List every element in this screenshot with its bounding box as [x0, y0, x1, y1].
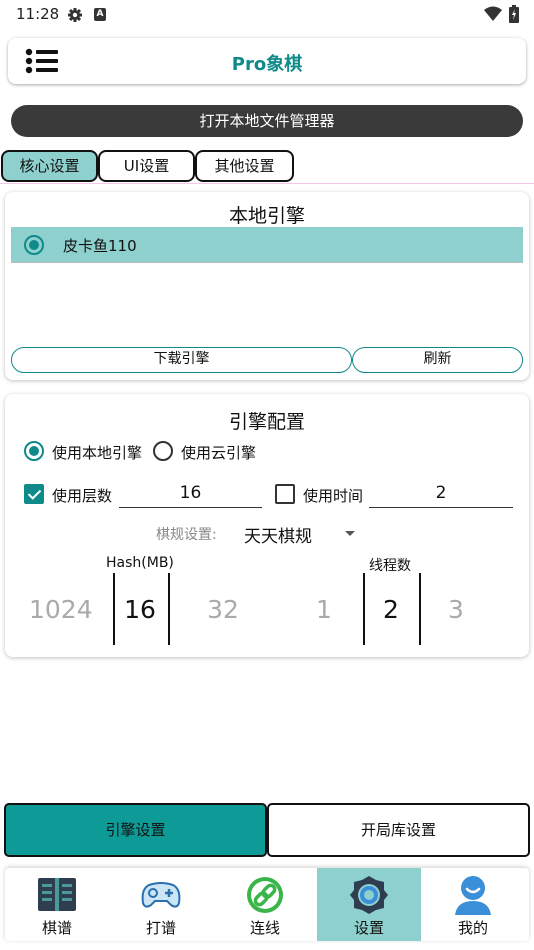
settings-tabs: 核心设置 UI设置 其他设置: [0, 150, 534, 184]
user-icon: [455, 876, 491, 915]
threads-selected-value[interactable]: 2: [361, 595, 421, 624]
hash-picker-divider-right: [168, 573, 170, 645]
depth-input[interactable]: 16: [119, 480, 262, 508]
nav-label-profile: 我的: [457, 919, 488, 937]
use-time-label: 使用时间: [303, 487, 364, 505]
use-time-checkbox[interactable]: [275, 484, 295, 504]
threads-title: 线程数: [369, 558, 411, 574]
settings-status-icon: [68, 8, 82, 22]
local-engines-title: 本地引擎: [228, 205, 305, 227]
nav-item-connect[interactable]: 连线: [213, 868, 317, 941]
use-local-engine-radio[interactable]: [24, 441, 44, 461]
threads-next-value[interactable]: 3: [426, 595, 486, 624]
threads-picker-divider-right: [419, 573, 421, 645]
threads-prev-value[interactable]: 1: [294, 595, 354, 624]
use-depth-label: 使用层数: [52, 487, 113, 505]
app-bar: Pro象棋: [8, 38, 526, 84]
nav-label-replay: 打谱: [145, 919, 176, 937]
use-cloud-engine-radio[interactable]: [153, 441, 173, 461]
open-file-manager-button[interactable]: 打开本地文件管理器: [11, 105, 523, 137]
tab-core-settings[interactable]: 核心设置: [1, 150, 98, 182]
rules-label: 棋规设置:: [156, 527, 217, 543]
gamepad-icon: [141, 882, 181, 908]
use-local-engine-label: 使用本地引擎: [52, 444, 143, 462]
nav-label-game-records: 棋谱: [41, 919, 72, 937]
tab-ui-settings[interactable]: UI设置: [98, 150, 195, 182]
time-input[interactable]: 2: [369, 480, 513, 508]
nav-label-connect: 连线: [249, 919, 280, 937]
local-engines-card: 本地引擎 皮卡鱼110 下载引擎 刷新: [5, 192, 529, 380]
hash-prev-value[interactable]: 1024: [29, 595, 93, 624]
engine-settings-segment[interactable]: 引擎设置: [4, 803, 267, 857]
tab-other-settings[interactable]: 其他设置: [195, 150, 294, 182]
nav-label-settings: 设置: [353, 919, 384, 937]
refresh-button[interactable]: 刷新: [352, 347, 523, 373]
app-title: Pro象棋: [231, 54, 303, 75]
bottom-nav: 棋谱 打谱 连线 设置 我的: [5, 868, 529, 941]
hash-selected-value[interactable]: 16: [110, 595, 170, 624]
nav-item-profile[interactable]: 我的: [421, 868, 525, 941]
engine-config-title: 引擎配置: [228, 411, 305, 433]
gear-icon: [350, 876, 388, 914]
book-icon: [38, 878, 76, 911]
status-bar: 11:28 A: [0, 0, 534, 30]
wifi-icon: [484, 6, 502, 21]
hash-title: Hash(MB): [106, 555, 174, 571]
rules-select[interactable]: 天天棋规: [244, 522, 312, 547]
nav-item-replay[interactable]: 打谱: [109, 868, 213, 941]
use-cloud-engine-label: 使用云引擎: [181, 444, 257, 462]
hash-next-value[interactable]: 32: [193, 595, 253, 624]
download-engine-button[interactable]: 下载引擎: [11, 347, 352, 373]
nav-item-game-records[interactable]: 棋谱: [5, 868, 109, 941]
notification-a-icon: A: [94, 8, 106, 21]
status-time: 11:28: [16, 5, 60, 23]
engine-radio[interactable]: [24, 235, 44, 255]
opening-book-settings-segment[interactable]: 开局库设置: [267, 803, 530, 857]
link-icon: [247, 877, 283, 913]
engine-name: 皮卡鱼110: [63, 237, 137, 255]
battery-icon: [509, 5, 519, 23]
engine-list-item[interactable]: 皮卡鱼110: [11, 227, 523, 263]
engine-config-card: 引擎配置 使用本地引擎 使用云引擎 使用层数 16 使用时间 2 棋规设置: 天…: [5, 394, 529, 657]
use-depth-checkbox[interactable]: [24, 484, 44, 504]
dropdown-arrow-icon[interactable]: [345, 531, 355, 536]
nav-item-settings[interactable]: 设置: [317, 868, 421, 941]
tab-ui-settings-label: UI设置: [123, 157, 170, 175]
